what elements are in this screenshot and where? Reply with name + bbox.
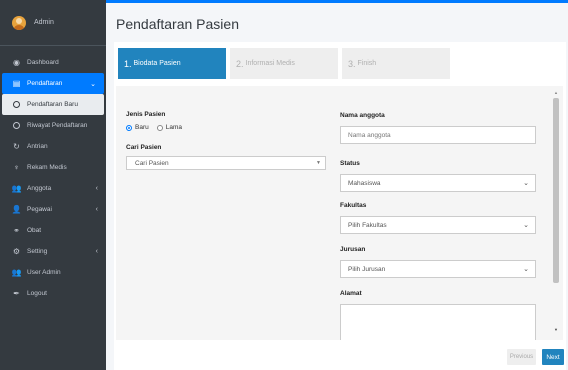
sidebar-item-label: User Admin: [27, 269, 61, 276]
fakultas-select[interactable]: Pilih Fakultas ⌄: [340, 216, 536, 234]
radio-lama[interactable]: [156, 124, 163, 131]
main-content: Pendaftaran Pasien 1. Biodata Pasien 2. …: [106, 0, 568, 370]
sidebar-item-pendaftaran[interactable]: ▤ Pendaftaran ⌄: [2, 73, 104, 94]
cari-pasien-label: Cari Pasien: [126, 144, 162, 151]
sidebar-item-logout[interactable]: ✒ Logout: [0, 283, 106, 304]
step-finish[interactable]: 3. Finish: [342, 48, 450, 79]
top-accent-bar: [106, 0, 568, 3]
step-number: 3.: [348, 58, 356, 69]
jenis-pasien-label: Jenis Pasien: [126, 111, 166, 118]
sidebar-item-label: Antrian: [27, 143, 48, 150]
step-label: Informasi Medis: [245, 60, 295, 67]
avatar: [12, 15, 26, 30]
sidebar-item-label: Pegawai: [27, 206, 52, 213]
sidebar-item-label: Logout: [27, 290, 47, 297]
cari-pasien-select[interactable]: Cari Pasien ▼: [126, 156, 326, 170]
alamat-textarea[interactable]: [340, 304, 536, 340]
step-number: 2.: [236, 58, 244, 69]
status-value: Mahasiswa: [348, 179, 381, 187]
nama-anggota-input[interactable]: Nama anggota: [340, 126, 536, 144]
chevron-down-icon: ⌄: [523, 222, 529, 229]
form-scrollbar[interactable]: ▲ ▼: [553, 90, 559, 336]
sidebar-item-label: Rekam Medis: [27, 164, 67, 171]
fakultas-label: Fakultas: [340, 202, 367, 209]
sidebar-item-antrian[interactable]: ↻ Antrian: [0, 136, 106, 157]
status-select[interactable]: Mahasiswa ⌄: [340, 174, 536, 192]
sidebar-item-label: Setting: [27, 248, 48, 255]
wizard-card: 1. Biodata Pasien 2. Informasi Medis 3. …: [114, 42, 566, 370]
form-panel: Jenis Pasien Baru Lama Cari Pasien Cari …: [116, 86, 563, 340]
sidebar-item-pegawai[interactable]: 👤 Pegawai ‹: [0, 199, 106, 220]
radio-baru[interactable]: [126, 124, 132, 131]
alamat-label: Alamat: [340, 290, 362, 297]
users-icon: 👥: [11, 184, 22, 193]
gear-icon: ⚙: [12, 247, 21, 256]
status-label: Status: [340, 160, 360, 167]
scrollbar-thumb[interactable]: [553, 98, 559, 283]
sidebar-menu: ◉ Dashboard ▤ Pendaftaran ⌄ Pendaftaran …: [0, 46, 106, 304]
form-left-column: Jenis Pasien Baru Lama Cari Pasien Cari …: [126, 86, 326, 170]
nama-anggota-placeholder: Nama anggota: [348, 131, 391, 139]
scroll-down-icon[interactable]: ▼: [554, 327, 558, 332]
jurusan-value: Pilih Jurusan: [348, 265, 386, 273]
wizard-steps: 1. Biodata Pasien 2. Informasi Medis 3. …: [118, 48, 450, 79]
sidebar-item-label: Anggota: [27, 185, 52, 192]
sidebar: Admin ◉ Dashboard ▤ Pendaftaran ⌄ Pendaf…: [0, 0, 106, 370]
page-title: Pendaftaran Pasien: [116, 16, 239, 32]
sidebar-item-label: Dashboard: [27, 59, 59, 66]
circle-icon: [12, 121, 21, 130]
sidebar-item-rekam-medis[interactable]: ♆ Rekam Medis: [0, 157, 106, 178]
chevron-down-icon: ⌄: [523, 180, 529, 187]
jurusan-label: Jurusan: [340, 246, 366, 253]
chevron-down-icon: ⌄: [90, 80, 96, 88]
sidebar-item-user-admin[interactable]: 👥 User Admin: [0, 262, 106, 283]
circle-icon: [12, 100, 21, 109]
sidebar-item-anggota[interactable]: 👥 Anggota ‹: [0, 178, 106, 199]
cari-pasien-value: Cari Pasien: [135, 159, 169, 167]
previous-button[interactable]: Previous: [507, 349, 536, 365]
step-number: 1.: [124, 58, 132, 69]
chevron-left-icon: ‹: [95, 248, 98, 255]
sidebar-item-obat[interactable]: ⚭ Obat: [0, 220, 106, 241]
sidebar-item-dashboard[interactable]: ◉ Dashboard: [0, 52, 106, 73]
radio-lama-label: Lama: [165, 124, 182, 131]
feather-icon: ✒: [13, 289, 20, 298]
jurusan-select[interactable]: Pilih Jurusan ⌄: [340, 260, 536, 278]
sidebar-item-label: Riwayat Pendaftaran: [27, 122, 88, 129]
nama-anggota-label: Nama anggota: [340, 112, 385, 119]
user-tie-icon: 👤: [11, 205, 22, 214]
stethoscope-icon: ♆: [13, 163, 20, 172]
chevron-left-icon: ‹: [95, 185, 98, 192]
step-label: Finish: [357, 60, 377, 67]
scroll-up-icon[interactable]: ▲: [554, 90, 558, 95]
step-label: Biodata Pasien: [133, 60, 181, 67]
users-cog-icon: 👥: [11, 268, 22, 277]
chevron-left-icon: ‹: [95, 206, 98, 213]
sidebar-item-setting[interactable]: ⚙ Setting ‹: [0, 241, 106, 262]
next-button[interactable]: Next: [542, 349, 564, 365]
sidebar-user-panel[interactable]: Admin: [0, 0, 106, 46]
dashboard-icon: ◉: [13, 58, 20, 67]
form-right-column: Nama anggota Nama anggota Status Mahasis…: [340, 86, 536, 340]
sidebar-item-pendaftaran-baru[interactable]: Pendaftaran Baru: [2, 94, 104, 115]
sync-icon: ↻: [13, 142, 20, 151]
sidebar-item-label: Pendaftaran Baru: [27, 101, 78, 108]
caret-down-icon: ▼: [316, 160, 321, 166]
step-informasi-medis[interactable]: 2. Informasi Medis: [230, 48, 338, 79]
fakultas-value: Pilih Fakultas: [348, 221, 387, 229]
sidebar-item-label: Obat: [27, 227, 42, 234]
sidebar-item-riwayat-pendaftaran[interactable]: Riwayat Pendaftaran: [0, 115, 106, 136]
jenis-pasien-radios: Baru Lama: [126, 124, 326, 131]
chevron-down-icon: ⌄: [523, 266, 529, 273]
sidebar-user-name: Admin: [34, 19, 54, 26]
step-biodata[interactable]: 1. Biodata Pasien: [118, 48, 226, 79]
form-icon: ▤: [12, 79, 21, 88]
radio-baru-label: Baru: [135, 124, 149, 131]
pills-icon: ⚭: [13, 226, 20, 235]
sidebar-item-label: Pendaftaran: [27, 80, 63, 87]
